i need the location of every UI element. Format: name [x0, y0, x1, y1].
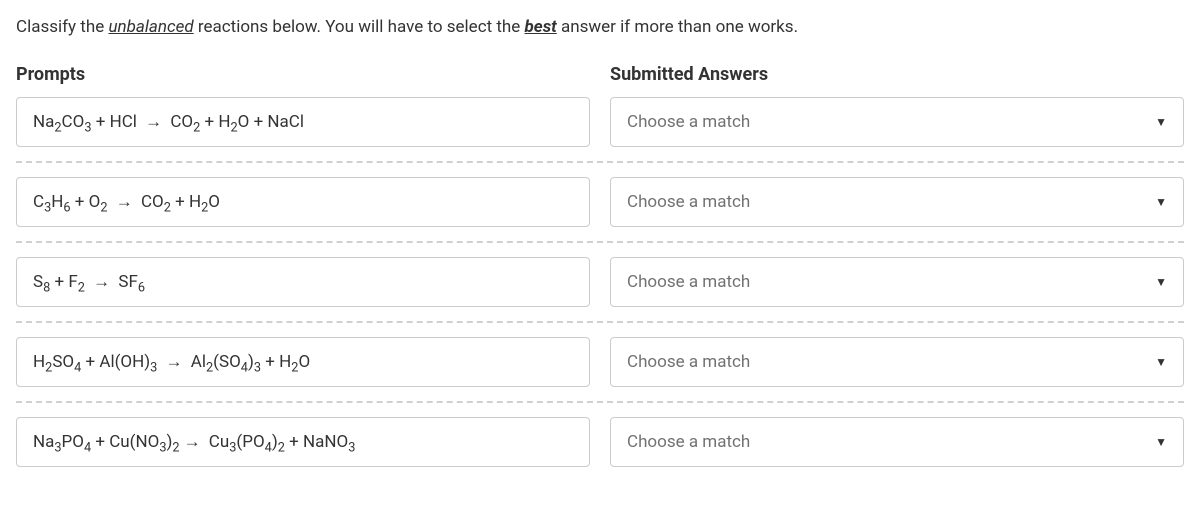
answers-header: Submitted Answers	[610, 64, 1184, 85]
prompt-box: C3H6 + O2 → CO2 + H2O	[16, 177, 590, 227]
match-row: Na3PO4 + Cu(NO3)2→ Cu3(PO4)2 + NaNO3 Cho…	[16, 417, 1184, 467]
match-row: Na2CO3 + HCl → CO2 + H2O + NaCl Choose a…	[16, 97, 1184, 163]
matching-rows: Na2CO3 + HCl → CO2 + H2O + NaCl Choose a…	[16, 97, 1184, 467]
chevron-down-icon: ▼	[1155, 275, 1167, 289]
chevron-down-icon: ▼	[1155, 355, 1167, 369]
prompt-box: H2SO4 + Al(OH)3 → Al2(SO4)3 + H2O	[16, 337, 590, 387]
column-headers: Prompts Submitted Answers	[16, 64, 1184, 85]
chevron-down-icon: ▼	[1155, 435, 1167, 449]
answer-dropdown[interactable]: Choose a match ▼	[610, 337, 1184, 387]
prompts-header: Prompts	[16, 64, 590, 85]
answer-dropdown[interactable]: Choose a match ▼	[610, 97, 1184, 147]
prompt-box: S8 + F2 → SF6	[16, 257, 590, 307]
chevron-down-icon: ▼	[1155, 115, 1167, 129]
answer-dropdown[interactable]: Choose a match ▼	[610, 417, 1184, 467]
match-row: H2SO4 + Al(OH)3 → Al2(SO4)3 + H2O Choose…	[16, 337, 1184, 403]
match-row: C3H6 + O2 → CO2 + H2O Choose a match ▼	[16, 177, 1184, 243]
answer-dropdown[interactable]: Choose a match ▼	[610, 177, 1184, 227]
answer-placeholder: Choose a match	[627, 352, 750, 372]
answer-placeholder: Choose a match	[627, 272, 750, 292]
prompt-box: Na3PO4 + Cu(NO3)2→ Cu3(PO4)2 + NaNO3	[16, 417, 590, 467]
answer-placeholder: Choose a match	[627, 112, 750, 132]
answer-placeholder: Choose a match	[627, 432, 750, 452]
answer-dropdown[interactable]: Choose a match ▼	[610, 257, 1184, 307]
chevron-down-icon: ▼	[1155, 195, 1167, 209]
answer-placeholder: Choose a match	[627, 192, 750, 212]
instruction-text: Classify the unbalanced reactions below.…	[16, 16, 1184, 40]
match-row: S8 + F2 → SF6 Choose a match ▼	[16, 257, 1184, 323]
prompt-box: Na2CO3 + HCl → CO2 + H2O + NaCl	[16, 97, 590, 147]
